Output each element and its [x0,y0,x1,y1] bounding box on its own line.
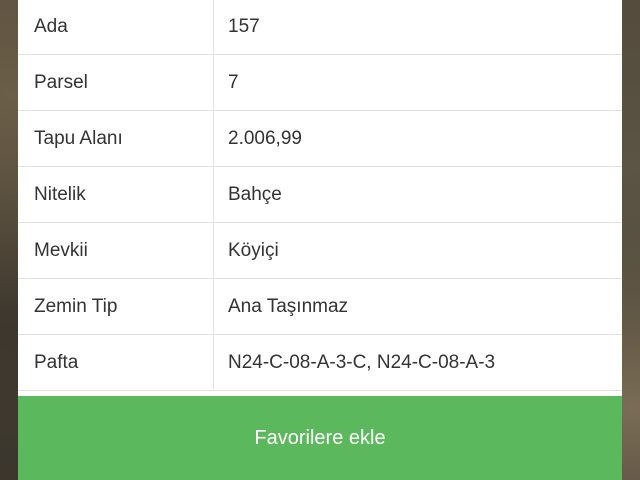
row-label: Tapu Alanı [18,111,214,166]
parcel-info-sheet: Ada 157 Parsel 7 Tapu Alanı 2.006,99 Nit… [18,0,622,480]
row-value: Köyiçi [228,239,279,261]
table-row-mevkii: Mevkii Köyiçi [18,223,622,279]
row-label: Parsel [18,55,214,110]
table-row-nitelik: Nitelik Bahçe [18,167,622,223]
row-value: 2.006,99 [228,127,302,149]
table-row-parsel: Parsel 7 [18,55,622,111]
table-row-zemin-tip: Zemin Tip Ana Taşınmaz [18,279,622,335]
row-label: Zemin Tip [18,279,214,334]
row-value: 157 [228,15,260,37]
row-label: Ada [18,0,214,54]
parcel-info-table: Ada 157 Parsel 7 Tapu Alanı 2.006,99 Nit… [18,0,622,391]
row-value: Ana Taşınmaz [228,295,349,317]
row-label: Mevkii [18,223,214,278]
row-value: Bahçe [228,183,282,205]
add-to-favorites-button[interactable]: Favorilere ekle [18,396,622,480]
table-row-pafta: Pafta N24-C-08-A-3-C, N24-C-08-A-3 [18,335,622,391]
table-row-tapu-alani: Tapu Alanı 2.006,99 [18,111,622,167]
row-label: Pafta [18,335,214,390]
table-row-ada: Ada 157 [18,0,622,55]
row-value: 7 [228,71,239,93]
row-value: N24-C-08-A-3-C, N24-C-08-A-3 [228,351,496,373]
row-label: Nitelik [18,167,214,222]
